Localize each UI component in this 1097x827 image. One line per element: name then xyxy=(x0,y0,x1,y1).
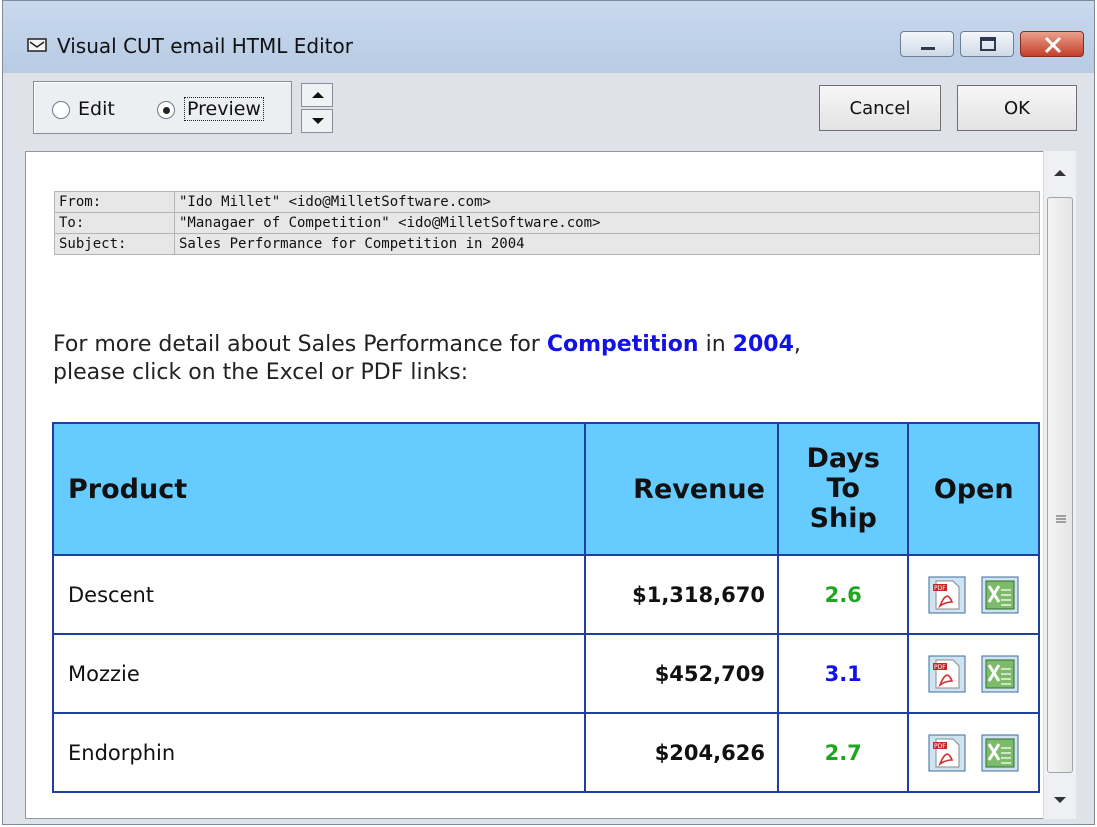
close-button[interactable] xyxy=(1020,31,1084,57)
header-label: To: xyxy=(54,212,175,234)
preview-label-text: Preview xyxy=(184,97,264,121)
intro-part1: For more detail about Sales Performance … xyxy=(53,332,547,357)
column-header-days-to-ship: Days To Ship xyxy=(776,422,910,556)
intro-part3: , xyxy=(793,332,801,357)
email-header-table: From: "Ido Millet" <ido@MilletSoftware.c… xyxy=(54,191,1040,255)
days-to-ship-text: Days To Ship xyxy=(806,443,880,534)
edit-radio-label[interactable]: Edit xyxy=(78,98,115,120)
table-row: Endorphin $204,626 2.7 PDF xyxy=(51,712,1040,793)
header-value: "Ido Millet" <ido@MilletSoftware.com> xyxy=(174,191,1040,213)
header-value: Sales Performance for Competition in 200… xyxy=(174,233,1040,255)
pdf-file-icon[interactable]: PDF xyxy=(928,576,966,614)
mode-radio-group: Edit Preview xyxy=(33,81,292,134)
maximize-icon xyxy=(980,37,996,51)
email-header-to: To: "Managaer of Competition" <ido@Mille… xyxy=(54,212,1040,234)
table-row: Mozzie $452,709 3.1 PDF xyxy=(51,633,1040,714)
revenue-cell: $204,626 xyxy=(584,712,779,793)
revenue-cell: $452,709 xyxy=(584,633,779,714)
header-value: "Managaer of Competition" <ido@MilletSof… xyxy=(174,212,1040,234)
edit-radio[interactable] xyxy=(52,101,70,119)
cancel-button[interactable]: Cancel xyxy=(819,85,941,131)
grip-icon xyxy=(1056,515,1066,523)
arrow-up-icon xyxy=(312,92,324,98)
days-cell: 2.7 xyxy=(776,712,910,793)
svg-text:PDF: PDF xyxy=(934,585,946,592)
column-header-revenue: Revenue xyxy=(584,422,779,556)
window-title: Visual CUT email HTML Editor xyxy=(57,34,353,58)
product-cell: Mozzie xyxy=(51,633,587,714)
intro-line2: please click on the Excel or PDF links: xyxy=(53,360,469,385)
open-cell: PDF xyxy=(907,554,1040,635)
title-bar[interactable]: Visual CUT email HTML Editor xyxy=(3,1,1094,73)
open-cell: PDF xyxy=(907,712,1040,793)
revenue-cell: $1,318,670 xyxy=(584,554,779,635)
preview-radio[interactable] xyxy=(157,101,175,119)
vertical-scrollbar[interactable] xyxy=(1043,151,1076,819)
arrow-down-icon xyxy=(312,118,324,124)
email-header-subject: Subject: Sales Performance for Competiti… xyxy=(54,233,1040,255)
scrollbar-thumb[interactable] xyxy=(1047,197,1073,773)
scroll-up-icon[interactable] xyxy=(1054,169,1066,177)
excel-file-icon[interactable] xyxy=(981,576,1019,614)
email-header-from: From: "Ido Millet" <ido@MilletSoftware.c… xyxy=(54,191,1040,213)
table-row: Descent $1,318,670 2.6 PDF xyxy=(51,554,1040,635)
open-cell: PDF xyxy=(907,633,1040,714)
header-label: Subject: xyxy=(54,233,175,255)
table-header-row: Product Revenue Days To Ship Open xyxy=(51,422,1040,556)
editor-window: Visual CUT email HTML Editor Edit Previe… xyxy=(2,0,1095,825)
spin-up-button[interactable] xyxy=(301,83,333,107)
sales-table: Product Revenue Days To Ship Open Descen… xyxy=(51,422,1040,793)
intro-highlight-competition: Competition xyxy=(546,332,699,357)
days-cell: 3.1 xyxy=(776,633,910,714)
excel-file-icon[interactable] xyxy=(981,734,1019,772)
svg-text:PDF: PDF xyxy=(934,664,946,671)
product-cell: Descent xyxy=(51,554,587,635)
header-label: From: xyxy=(54,191,175,213)
minimize-button[interactable] xyxy=(900,31,954,57)
app-icon xyxy=(27,38,47,52)
pdf-file-icon[interactable]: PDF xyxy=(928,655,966,693)
preview-radio-label[interactable]: Preview xyxy=(184,97,264,121)
svg-text:PDF: PDF xyxy=(934,743,946,750)
maximize-button[interactable] xyxy=(960,31,1014,57)
radio-selected-dot xyxy=(163,107,170,114)
spin-down-button[interactable] xyxy=(301,109,333,133)
ok-button[interactable]: OK xyxy=(957,85,1077,131)
spin-control xyxy=(301,83,333,133)
column-header-open: Open xyxy=(907,422,1040,556)
close-icon xyxy=(1044,36,1062,54)
days-cell: 2.6 xyxy=(776,554,910,635)
column-header-product: Product xyxy=(51,422,587,556)
pdf-file-icon[interactable]: PDF xyxy=(928,734,966,772)
intro-text: For more detail about Sales Performance … xyxy=(53,331,1033,387)
scroll-down-icon[interactable] xyxy=(1054,796,1066,804)
minimize-icon xyxy=(921,47,935,50)
excel-file-icon[interactable] xyxy=(981,655,1019,693)
product-cell: Endorphin xyxy=(51,712,587,793)
intro-highlight-year: 2004 xyxy=(732,332,794,357)
intro-part2: in xyxy=(698,332,733,357)
